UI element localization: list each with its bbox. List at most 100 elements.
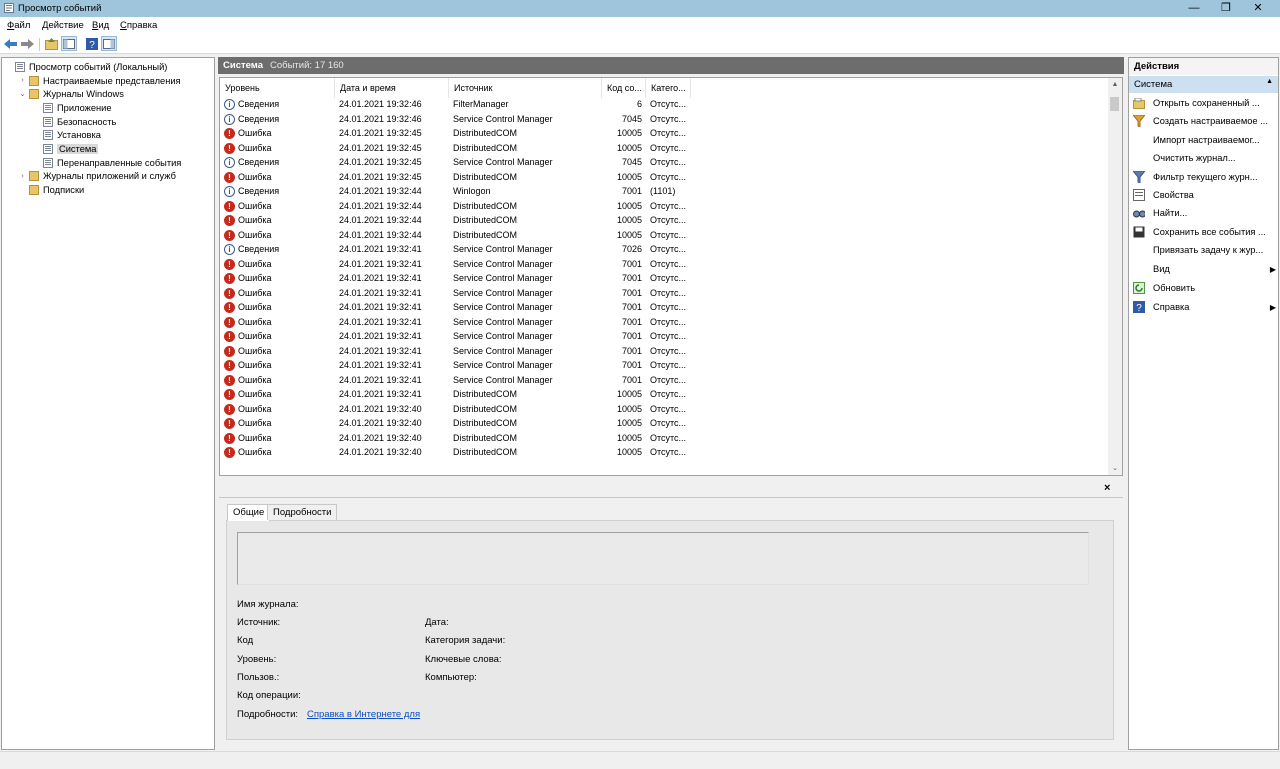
tree-item[interactable]: Безопасность xyxy=(32,115,116,129)
event-code: 7001 xyxy=(621,302,642,312)
event-source: Winlogon xyxy=(453,186,491,196)
action-item[interactable]: Фильтр текущего журн... xyxy=(1133,168,1278,186)
event-row[interactable]: i Сведения 24.01.2021 19:32:46 Service Cont… xyxy=(220,113,1108,128)
tree-item-label: Журналы Windows xyxy=(43,89,124,100)
scroll-up-icon[interactable]: ▲ xyxy=(1108,81,1122,88)
event-source: Service Control Manager xyxy=(453,157,553,167)
tree-item[interactable]: Просмотр событий (Локальный) xyxy=(4,60,167,74)
submenu-arrow-icon: ▶ xyxy=(1269,264,1276,274)
event-row[interactable]: ! Ошибка 24.01.2021 19:32:41 Service Contro… xyxy=(220,258,1108,273)
menu-help[interactable]: Справка xyxy=(120,20,157,31)
tree-item[interactable]: Приложение xyxy=(32,101,112,115)
tree-item[interactable]: Подписки xyxy=(18,183,84,197)
event-row[interactable]: ! Ошибка 24.01.2021 19:32:41 Service Contro… xyxy=(220,316,1108,331)
menu-file[interactable]: Файл xyxy=(7,20,30,31)
event-level: Ошибка xyxy=(238,200,272,211)
action-item[interactable]: Очистить журнал... xyxy=(1133,149,1278,167)
menu-view[interactable]: Вид xyxy=(92,20,109,31)
forward-arrow-icon[interactable] xyxy=(20,37,34,51)
details-close-icon[interactable]: × xyxy=(1104,482,1110,494)
event-description-box[interactable] xyxy=(237,532,1089,585)
event-row[interactable]: ! Ошибка 24.01.2021 19:32:45 DistributedCOM… xyxy=(220,142,1108,157)
show-tree-icon[interactable] xyxy=(61,36,77,51)
action-item[interactable]: Открыть сохраненный ... xyxy=(1133,94,1278,112)
tree-item[interactable]: ⌄ Журналы Windows xyxy=(18,87,124,101)
tree-item[interactable]: › Настраиваемые представления xyxy=(18,74,181,88)
event-row[interactable]: i Сведения 24.01.2021 19:32:45 Service Cont… xyxy=(220,156,1108,171)
collapse-up-icon[interactable]: ▲ xyxy=(1266,78,1273,85)
folder-icon xyxy=(29,89,39,100)
action-item[interactable]: Вид ▶ xyxy=(1133,260,1278,278)
event-row[interactable]: ! Ошибка 24.01.2021 19:32:41 Service Contro… xyxy=(220,301,1108,316)
event-row[interactable]: ! Ошибка 24.01.2021 19:32:41 Service Contro… xyxy=(220,272,1108,287)
action-item[interactable]: Обновить xyxy=(1133,279,1278,297)
help-online-link[interactable]: Справка в Интернете для xyxy=(307,709,420,720)
event-code: 10005 xyxy=(616,403,642,414)
event-level: Ошибка xyxy=(238,215,272,225)
event-date: 24.01.2021 19:32:41 xyxy=(339,360,422,370)
tab-details[interactable]: Подробности xyxy=(267,504,338,520)
event-row[interactable]: ! Ошибка 24.01.2021 19:32:41 Service Contro… xyxy=(220,374,1108,389)
action-item[interactable]: Найти... xyxy=(1133,204,1278,222)
action-label: Открыть сохраненный ... xyxy=(1153,98,1260,108)
event-row[interactable]: ! Ошибка 24.01.2021 19:32:45 DistributedCOM… xyxy=(220,171,1108,186)
status-bar xyxy=(0,751,1280,769)
tab-general[interactable]: Общие xyxy=(227,504,271,521)
action-item[interactable]: Свойства xyxy=(1133,186,1278,204)
column-header-event-id[interactable]: Код со... xyxy=(602,78,646,98)
event-row[interactable]: ! Ошибка 24.01.2021 19:32:44 DistributedCOM… xyxy=(220,229,1108,244)
tree-item[interactable]: Перенаправленные события xyxy=(32,156,181,170)
field-log-name: Имя журнала: xyxy=(237,599,299,610)
event-level: Ошибка xyxy=(238,229,272,240)
column-header-source[interactable]: Источник xyxy=(449,78,602,98)
event-row[interactable]: ! Ошибка 24.01.2021 19:32:41 Service Contro… xyxy=(220,287,1108,302)
column-header-level[interactable]: Уровень xyxy=(220,78,335,98)
tree-item[interactable]: Установка xyxy=(32,129,101,143)
event-row[interactable]: ! Ошибка 24.01.2021 19:32:44 DistributedCOM… xyxy=(220,214,1108,229)
event-row[interactable]: ! Ошибка 24.01.2021 19:32:40 DistributedCOM… xyxy=(220,446,1108,461)
event-source: DistributedCOM xyxy=(453,389,518,399)
minimize-button[interactable]: — xyxy=(1179,0,1209,17)
tree-item[interactable]: Система xyxy=(32,142,99,156)
event-row[interactable]: ! Ошибка 24.01.2021 19:32:40 DistributedCOM… xyxy=(220,403,1108,418)
event-row[interactable]: ! Ошибка 24.01.2021 19:32:41 DistributedCOM… xyxy=(220,388,1108,403)
error-icon: ! xyxy=(224,215,235,226)
action-item[interactable]: Создать настраиваемое ... xyxy=(1133,112,1278,130)
column-header-category[interactable]: Катего... xyxy=(646,78,691,98)
close-button[interactable]: ✕ xyxy=(1243,0,1273,17)
column-header-date[interactable]: Дата и время xyxy=(335,78,449,98)
event-row[interactable]: ! Ошибка 24.01.2021 19:32:45 DistributedCOM… xyxy=(220,127,1108,142)
action-label: Очистить журнал... xyxy=(1153,153,1236,163)
event-row[interactable]: ! Ошибка 24.01.2021 19:32:41 Service Contro… xyxy=(220,359,1108,374)
menu-action[interactable]: Действие xyxy=(42,20,84,31)
event-row[interactable]: i Сведения 24.01.2021 19:32:46 FilterManage… xyxy=(220,98,1108,113)
action-item[interactable]: Сохранить все события ... xyxy=(1133,223,1278,241)
event-level: Ошибка xyxy=(238,142,272,153)
action-item[interactable]: Привязать задачу к жур... xyxy=(1133,241,1278,259)
scroll-thumb[interactable] xyxy=(1110,97,1119,111)
action-item[interactable]: ? Справка ▶ xyxy=(1133,298,1278,316)
expanded-chevron-icon[interactable]: ⌄ xyxy=(18,90,27,98)
action-item[interactable]: Импорт настраиваемог... xyxy=(1133,131,1278,149)
help-icon[interactable]: ? xyxy=(85,37,99,51)
folder-up-icon[interactable] xyxy=(44,37,58,51)
log-icon xyxy=(43,116,53,127)
maximize-button[interactable]: ❐ xyxy=(1211,0,1241,17)
event-code: 7045 xyxy=(621,157,642,167)
event-row[interactable]: ! Ошибка 24.01.2021 19:32:44 DistributedCOM… xyxy=(220,200,1108,215)
event-row[interactable]: i Сведения 24.01.2021 19:32:41 Service Cont… xyxy=(220,243,1108,258)
event-row[interactable]: ! Ошибка 24.01.2021 19:32:40 DistributedCOM… xyxy=(220,432,1108,447)
event-row[interactable]: ! Ошибка 24.01.2021 19:32:41 Service Contro… xyxy=(220,330,1108,345)
event-row[interactable]: ! Ошибка 24.01.2021 19:32:40 DistributedCOM… xyxy=(220,417,1108,432)
collapsed-chevron-icon[interactable]: › xyxy=(18,77,27,84)
scroll-down-icon[interactable]: ⌄ xyxy=(1108,464,1122,472)
events-scrollbar[interactable]: ▲ ⌄ xyxy=(1108,78,1122,475)
event-row[interactable]: ! Ошибка 24.01.2021 19:32:41 Service Contro… xyxy=(220,345,1108,360)
event-row[interactable]: i Сведения 24.01.2021 19:32:44 Winlogon 7001… xyxy=(220,185,1108,200)
collapsed-chevron-icon[interactable]: › xyxy=(18,173,27,180)
back-arrow-icon[interactable] xyxy=(3,37,17,51)
show-actions-icon[interactable] xyxy=(101,36,117,51)
actions-section-system[interactable]: Система ▲ xyxy=(1129,76,1278,93)
tree-item[interactable]: › Журналы приложений и служб xyxy=(18,170,176,184)
error-icon: ! xyxy=(224,316,235,328)
